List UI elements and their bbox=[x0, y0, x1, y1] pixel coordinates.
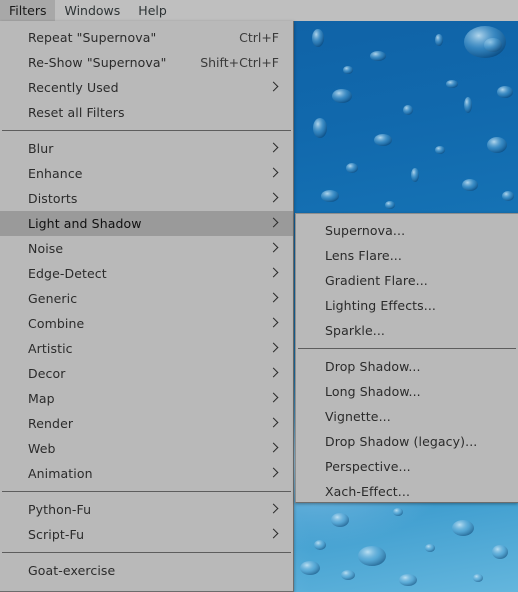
menu-item-label: Lens Flare... bbox=[325, 248, 402, 263]
menu-item-label: Artistic bbox=[28, 341, 73, 356]
menu-item-label: Light and Shadow bbox=[28, 216, 142, 231]
menu-item-script-fu[interactable]: Script-Fu bbox=[0, 522, 293, 547]
menu-item-edge-detect[interactable]: Edge-Detect bbox=[0, 261, 293, 286]
chevron-right-icon bbox=[269, 268, 279, 280]
chevron-right-icon bbox=[269, 143, 279, 155]
chevron-right-icon bbox=[269, 243, 279, 255]
chevron-right-icon bbox=[269, 318, 279, 330]
menu-item-label: Edge-Detect bbox=[28, 266, 107, 281]
menu-item-label: Drop Shadow... bbox=[325, 359, 421, 374]
menu-item-accelerator: Ctrl+F bbox=[239, 30, 279, 45]
menu-item-label: Python-Fu bbox=[28, 502, 92, 517]
menu-item-label: Animation bbox=[28, 466, 93, 481]
menu-item-label: Generic bbox=[28, 291, 78, 306]
menu-item-label: Combine bbox=[28, 316, 85, 331]
menu-item-label: Map bbox=[28, 391, 55, 406]
chevron-right-icon bbox=[269, 168, 279, 180]
menu-item-distorts[interactable]: Distorts bbox=[0, 186, 293, 211]
menu-item-web[interactable]: Web bbox=[0, 436, 293, 461]
menu-item-lens-flare[interactable]: Lens Flare... bbox=[296, 243, 518, 268]
menu-item-label: Lighting Effects... bbox=[325, 298, 436, 313]
chevron-right-icon bbox=[269, 218, 279, 230]
chevron-right-icon bbox=[269, 443, 279, 455]
menu-item-label: Long Shadow... bbox=[325, 384, 421, 399]
menu-item-label: Script-Fu bbox=[28, 527, 85, 542]
menu-item-label: Goat-exercise bbox=[28, 563, 116, 578]
menu-item-label: Perspective... bbox=[325, 459, 411, 474]
menu-item-label: Re-Show "Supernova" bbox=[28, 55, 167, 70]
menubar-item-windows[interactable]: Windows bbox=[55, 0, 129, 21]
menu-item-vignette[interactable]: Vignette... bbox=[296, 404, 518, 429]
chevron-right-icon bbox=[269, 529, 279, 541]
chevron-right-icon bbox=[269, 368, 279, 380]
menu-item-render[interactable]: Render bbox=[0, 411, 293, 436]
menu-item-label: Repeat "Supernova" bbox=[28, 30, 157, 45]
light-and-shadow-submenu: Supernova... Lens Flare... Gradient Flar… bbox=[295, 213, 518, 503]
chevron-right-icon bbox=[269, 418, 279, 430]
menu-item-reset-all-filters[interactable]: Reset all Filters bbox=[0, 100, 293, 125]
menu-item-label: Gradient Flare... bbox=[325, 273, 428, 288]
menubar-item-help[interactable]: Help bbox=[129, 0, 176, 21]
menu-item-enhance[interactable]: Enhance bbox=[0, 161, 293, 186]
menu-item-python-fu[interactable]: Python-Fu bbox=[0, 497, 293, 522]
screen: Filters Windows Help Repeat "Supernova" … bbox=[0, 0, 518, 592]
menu-item-recently-used[interactable]: Recently Used bbox=[0, 75, 293, 100]
menu-item-label: Web bbox=[28, 441, 56, 456]
menubar-item-filters[interactable]: Filters bbox=[0, 0, 56, 21]
menu-item-perspective[interactable]: Perspective... bbox=[296, 454, 518, 479]
menu-item-label: Decor bbox=[28, 366, 66, 381]
chevron-right-icon bbox=[269, 393, 279, 405]
menu-item-drop-shadow[interactable]: Drop Shadow... bbox=[296, 354, 518, 379]
menu-item-lighting-effects[interactable]: Lighting Effects... bbox=[296, 293, 518, 318]
menu-item-label: Reset all Filters bbox=[28, 105, 125, 120]
menu-item-gradient-flare[interactable]: Gradient Flare... bbox=[296, 268, 518, 293]
menu-item-generic[interactable]: Generic bbox=[0, 286, 293, 311]
menu-item-supernova[interactable]: Supernova... bbox=[296, 218, 518, 243]
menu-separator bbox=[298, 348, 516, 349]
menu-item-label: Supernova... bbox=[325, 223, 406, 238]
menu-item-map[interactable]: Map bbox=[0, 386, 293, 411]
menu-item-blur[interactable]: Blur bbox=[0, 136, 293, 161]
menu-item-animation[interactable]: Animation bbox=[0, 461, 293, 486]
menu-item-repeat-supernova[interactable]: Repeat "Supernova" Ctrl+F bbox=[0, 25, 293, 50]
menubar: Filters Windows Help bbox=[0, 0, 518, 21]
menu-item-artistic[interactable]: Artistic bbox=[0, 336, 293, 361]
chevron-right-icon bbox=[269, 468, 279, 480]
chevron-right-icon bbox=[269, 504, 279, 516]
menu-item-accelerator: Shift+Ctrl+F bbox=[200, 55, 279, 70]
menu-item-sparkle[interactable]: Sparkle... bbox=[296, 318, 518, 343]
menu-separator bbox=[2, 130, 291, 131]
menu-item-label: Drop Shadow (legacy)... bbox=[325, 434, 478, 449]
menu-item-label: Xach-Effect... bbox=[325, 484, 411, 499]
menu-item-label: Render bbox=[28, 416, 74, 431]
chevron-right-icon bbox=[269, 82, 279, 94]
menu-separator bbox=[2, 491, 291, 492]
menu-separator bbox=[2, 552, 291, 553]
filters-dropdown-menu: Repeat "Supernova" Ctrl+F Re-Show "Super… bbox=[0, 21, 294, 592]
menu-item-decor[interactable]: Decor bbox=[0, 361, 293, 386]
menu-item-label: Sparkle... bbox=[325, 323, 385, 338]
menu-item-goat-exercise[interactable]: Goat-exercise bbox=[0, 558, 293, 583]
menu-item-label: Vignette... bbox=[325, 409, 391, 424]
menu-item-xach-effect[interactable]: Xach-Effect... bbox=[296, 479, 518, 502]
menu-item-noise[interactable]: Noise bbox=[0, 236, 293, 261]
menu-item-label: Enhance bbox=[28, 166, 83, 181]
menu-item-drop-shadow-legacy[interactable]: Drop Shadow (legacy)... bbox=[296, 429, 518, 454]
chevron-right-icon bbox=[269, 193, 279, 205]
menu-item-light-and-shadow[interactable]: Light and Shadow bbox=[0, 211, 293, 236]
menu-item-reshow-supernova[interactable]: Re-Show "Supernova" Shift+Ctrl+F bbox=[0, 50, 293, 75]
menu-item-label: Blur bbox=[28, 141, 54, 156]
menu-item-combine[interactable]: Combine bbox=[0, 311, 293, 336]
chevron-right-icon bbox=[269, 293, 279, 305]
menu-item-long-shadow[interactable]: Long Shadow... bbox=[296, 379, 518, 404]
menu-item-label: Recently Used bbox=[28, 80, 119, 95]
menu-item-label: Distorts bbox=[28, 191, 78, 206]
menu-item-label: Noise bbox=[28, 241, 64, 256]
chevron-right-icon bbox=[269, 343, 279, 355]
